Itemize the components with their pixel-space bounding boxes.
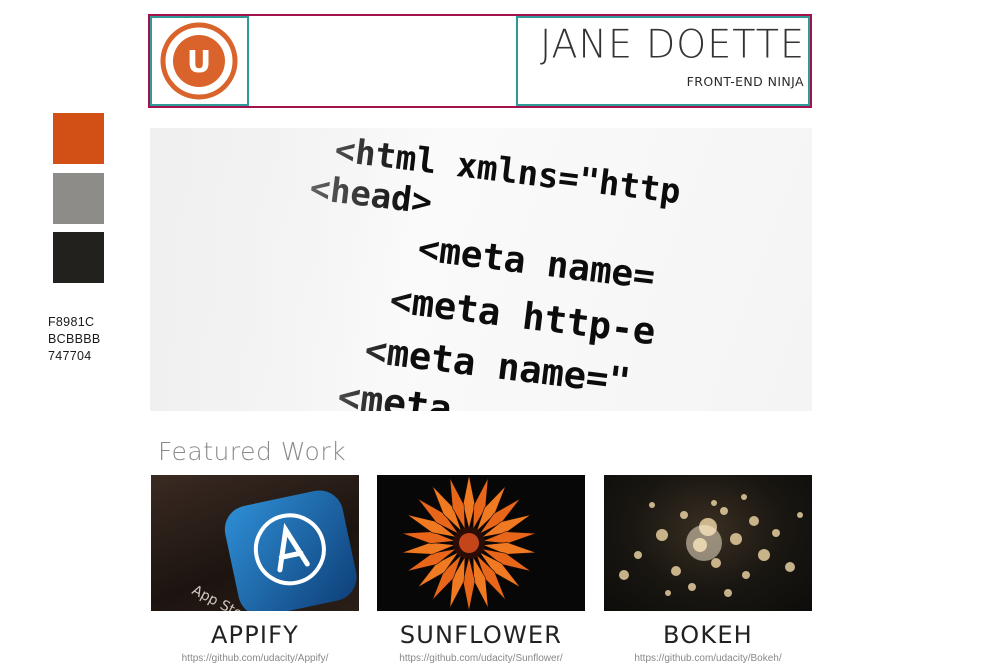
hero-vignette	[150, 128, 410, 411]
project-title: APPIFY	[210, 621, 300, 649]
project-card-appify: App Store APPIFY https://github.com/udac…	[151, 475, 359, 664]
project-title: BOKEH	[663, 621, 753, 649]
project-thumbnail[interactable]	[377, 475, 585, 611]
site-name: JANE DOETTE	[540, 21, 805, 67]
color-swatch-black	[53, 232, 104, 283]
color-code: F8981C	[48, 315, 95, 329]
project-card-bokeh: BOKEH https://github.com/udacity/Bokeh/	[604, 475, 812, 664]
color-swatch-orange	[53, 113, 104, 164]
udacity-logo-icon: U	[160, 22, 238, 100]
project-link[interactable]: https://github.com/udacity/Appify/	[151, 653, 359, 664]
app-store-icon: App Store	[189, 490, 357, 611]
color-codes: F8981C BCBBBB 747704	[48, 314, 101, 365]
name-block: JANE DOETTE FRONT-END NINJA	[516, 16, 810, 106]
color-swatch-gray	[53, 173, 104, 224]
project-thumbnail[interactable]: App Store	[151, 475, 359, 611]
featured-work-heading: Featured Work	[158, 437, 347, 466]
project-link[interactable]: https://github.com/udacity/Sunflower/	[377, 653, 585, 664]
logo-letter: U	[187, 45, 211, 80]
color-code: BCBBBB	[48, 332, 101, 346]
project-link[interactable]: https://github.com/udacity/Bokeh/	[604, 653, 812, 664]
color-code: 747704	[48, 349, 92, 363]
logo[interactable]: U	[150, 16, 249, 106]
site-header: U JANE DOETTE FRONT-END NINJA	[148, 14, 812, 108]
bokeh-image-icon	[619, 494, 803, 597]
hero-image: <html xmlns="http <head> <meta name= <me…	[150, 128, 812, 411]
site-tagline: FRONT-END NINJA	[686, 74, 804, 89]
project-thumbnail[interactable]	[604, 475, 812, 611]
project-card-sunflower: SUNFLOWER https://github.com/udacity/Sun…	[377, 475, 585, 664]
project-title: SUNFLOWER	[399, 621, 563, 649]
sunflower-image-icon	[401, 475, 537, 611]
